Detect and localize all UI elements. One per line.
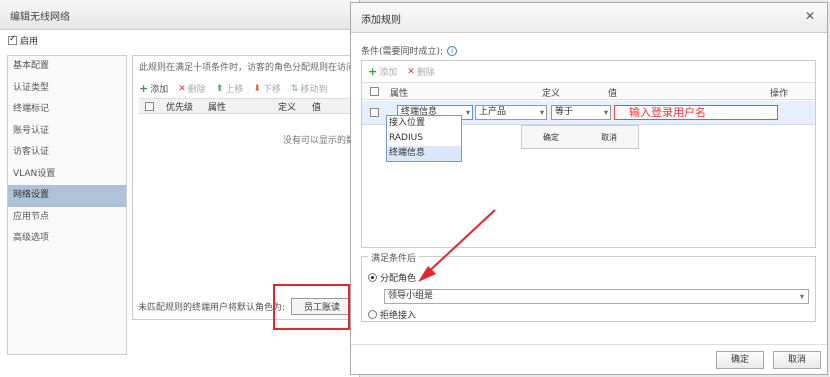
rules-description: 此规则在满足十项条件时，访客的角色分配规则在访问权 — [139, 63, 359, 73]
inline-ok-button[interactable]: 确定 — [543, 132, 559, 143]
dialog-footer: 确定 取消 — [351, 344, 827, 374]
sidebar-item-network[interactable]: 网络设置 — [8, 185, 126, 207]
move-up-button[interactable]: ⬆ 上移 — [215, 82, 244, 96]
inline-cancel-button[interactable]: 取消 — [601, 132, 617, 143]
move-to-button[interactable]: ⇅ 移动到 — [290, 82, 328, 96]
radio-icon[interactable] — [368, 310, 377, 319]
conditions-header: 属性 定义 值 操作 — [362, 82, 815, 100]
add-rule-button[interactable]: + 添加 — [139, 82, 168, 95]
dialog-title: 编辑无线网络 — [0, 0, 359, 30]
dropdown-item-radius[interactable]: RADIUS — [387, 131, 461, 146]
sidebar-item-advanced[interactable]: 高级选项 — [8, 228, 126, 250]
up-label: 上移 — [225, 85, 244, 95]
col-attribute: 属性 — [208, 102, 227, 113]
role-select[interactable]: 领导小组是 — [384, 289, 809, 304]
add-rule-dialog: 添加规则 ✕ 条件(需要同时成立): i + 添加 ✕ 删除 属性 定义 值 操… — [350, 2, 828, 375]
cancel-button[interactable]: 取消 — [773, 351, 821, 369]
info-icon[interactable]: i — [447, 45, 458, 56]
value-input[interactable]: 输入登录用户名 — [614, 105, 778, 120]
delete-label: 删除 — [416, 68, 435, 78]
col-definition: 定义 — [278, 102, 297, 113]
dialog-title-bar: 添加规则 ✕ — [351, 3, 827, 33]
sidebar-item-auth-type[interactable]: 认证类型 — [8, 78, 126, 100]
attribute-dropdown-menu: 接入位置 RADIUS 终端信息 — [386, 115, 462, 162]
empty-message: 没有可以显示的数 — [283, 136, 356, 146]
delete-icon: ✕ — [407, 66, 415, 77]
dropdown-item-location[interactable]: 接入位置 — [387, 116, 461, 131]
rules-panel: 此规则在满足十项条件时，访客的角色分配规则在访问权 + 添加 ✕ 删除 ⬆ 上移… — [132, 55, 361, 320]
sidebar-item-app-node[interactable]: 应用节点 — [8, 207, 126, 229]
plus-icon: + — [139, 82, 149, 95]
col-value: 值 — [312, 102, 322, 113]
enable-label: 启用 — [20, 37, 39, 47]
after-condition-legend: 满足条件后 — [368, 251, 420, 264]
assign-role-label: 分配角色 — [380, 274, 417, 284]
arrow-up-icon: ⬆ — [215, 83, 224, 94]
radio-selected-icon[interactable] — [368, 273, 377, 282]
add-label: 添加 — [150, 85, 169, 95]
add-label: 添加 — [379, 68, 398, 78]
close-icon[interactable]: ✕ — [805, 9, 815, 23]
col-action: 操作 — [770, 89, 789, 99]
conditions-toolbar: + 添加 ✕ 删除 — [368, 65, 435, 78]
move-to-label: 移动到 — [300, 85, 328, 95]
delete-condition-button[interactable]: ✕ 删除 — [407, 65, 435, 79]
definition-select[interactable]: 等于 — [551, 105, 611, 120]
after-condition-section: 满足条件后 分配角色 领导小组是 拒绝接入 — [361, 251, 816, 322]
ok-button[interactable]: 确定 — [716, 351, 764, 369]
delete-icon: ✕ — [178, 83, 186, 94]
rules-table-header: 优先级 属性 定义 值 — [139, 98, 361, 114]
dropdown-item-terminal-info[interactable]: 终端信息 — [387, 146, 461, 161]
delete-rule-button[interactable]: ✕ 删除 — [178, 82, 206, 96]
col-attribute: 属性 — [390, 89, 409, 99]
arrow-down-icon: ⬇ — [253, 83, 261, 94]
select-all-checkbox[interactable] — [370, 87, 379, 96]
sidebar-item-account-auth[interactable]: 账号认证 — [8, 121, 126, 143]
assign-role-radio[interactable]: 分配角色 — [368, 271, 416, 284]
inline-edit-buttons: 确定 取消 — [521, 125, 639, 149]
col-priority: 优先级 — [166, 102, 194, 113]
enable-checkbox[interactable]: 启用 — [8, 34, 38, 47]
sidebar-item-terminal[interactable]: 终端标记 — [8, 99, 126, 121]
col-definition: 定义 — [542, 89, 561, 99]
checkbox-icon[interactable] — [8, 34, 17, 45]
default-role-label: 未匹配规则的终端用户将默认角色为: — [138, 303, 286, 313]
conditions-label: 条件(需要同时成立): i — [361, 44, 458, 57]
sidebar-item-basic[interactable]: 基本配置 — [8, 56, 126, 78]
sidebar: 基本配置 认证类型 终端标记 账号认证 访客认证 VLAN设置 网络设置 应用节… — [7, 55, 127, 355]
conditions-text: 条件(需要同时成立): — [361, 47, 444, 57]
delete-label: 删除 — [187, 85, 206, 95]
dialog-title: 添加规则 — [361, 15, 401, 26]
col-value: 值 — [608, 89, 618, 99]
rules-toolbar: + 添加 ✕ 删除 ⬆ 上移 ⬇ 下移 ⇅ 移动到 — [139, 82, 327, 95]
deny-access-label: 拒绝接入 — [380, 311, 417, 321]
move-down-button[interactable]: ⬇ 下移 — [253, 82, 281, 96]
down-label: 下移 — [262, 85, 281, 95]
sidebar-item-guest-auth[interactable]: 访客认证 — [8, 142, 126, 164]
deny-access-radio[interactable]: 拒绝接入 — [368, 308, 416, 321]
row-checkbox[interactable] — [370, 108, 379, 117]
select-all-checkbox[interactable] — [145, 101, 154, 111]
plus-icon: + — [368, 65, 378, 78]
annotation-red-box — [273, 284, 350, 330]
sidebar-item-vlan[interactable]: VLAN设置 — [8, 164, 126, 186]
add-condition-button[interactable]: + 添加 — [368, 65, 397, 78]
operator-select[interactable]: 上产品 — [475, 105, 547, 120]
move-icon: ⇅ — [290, 83, 299, 94]
